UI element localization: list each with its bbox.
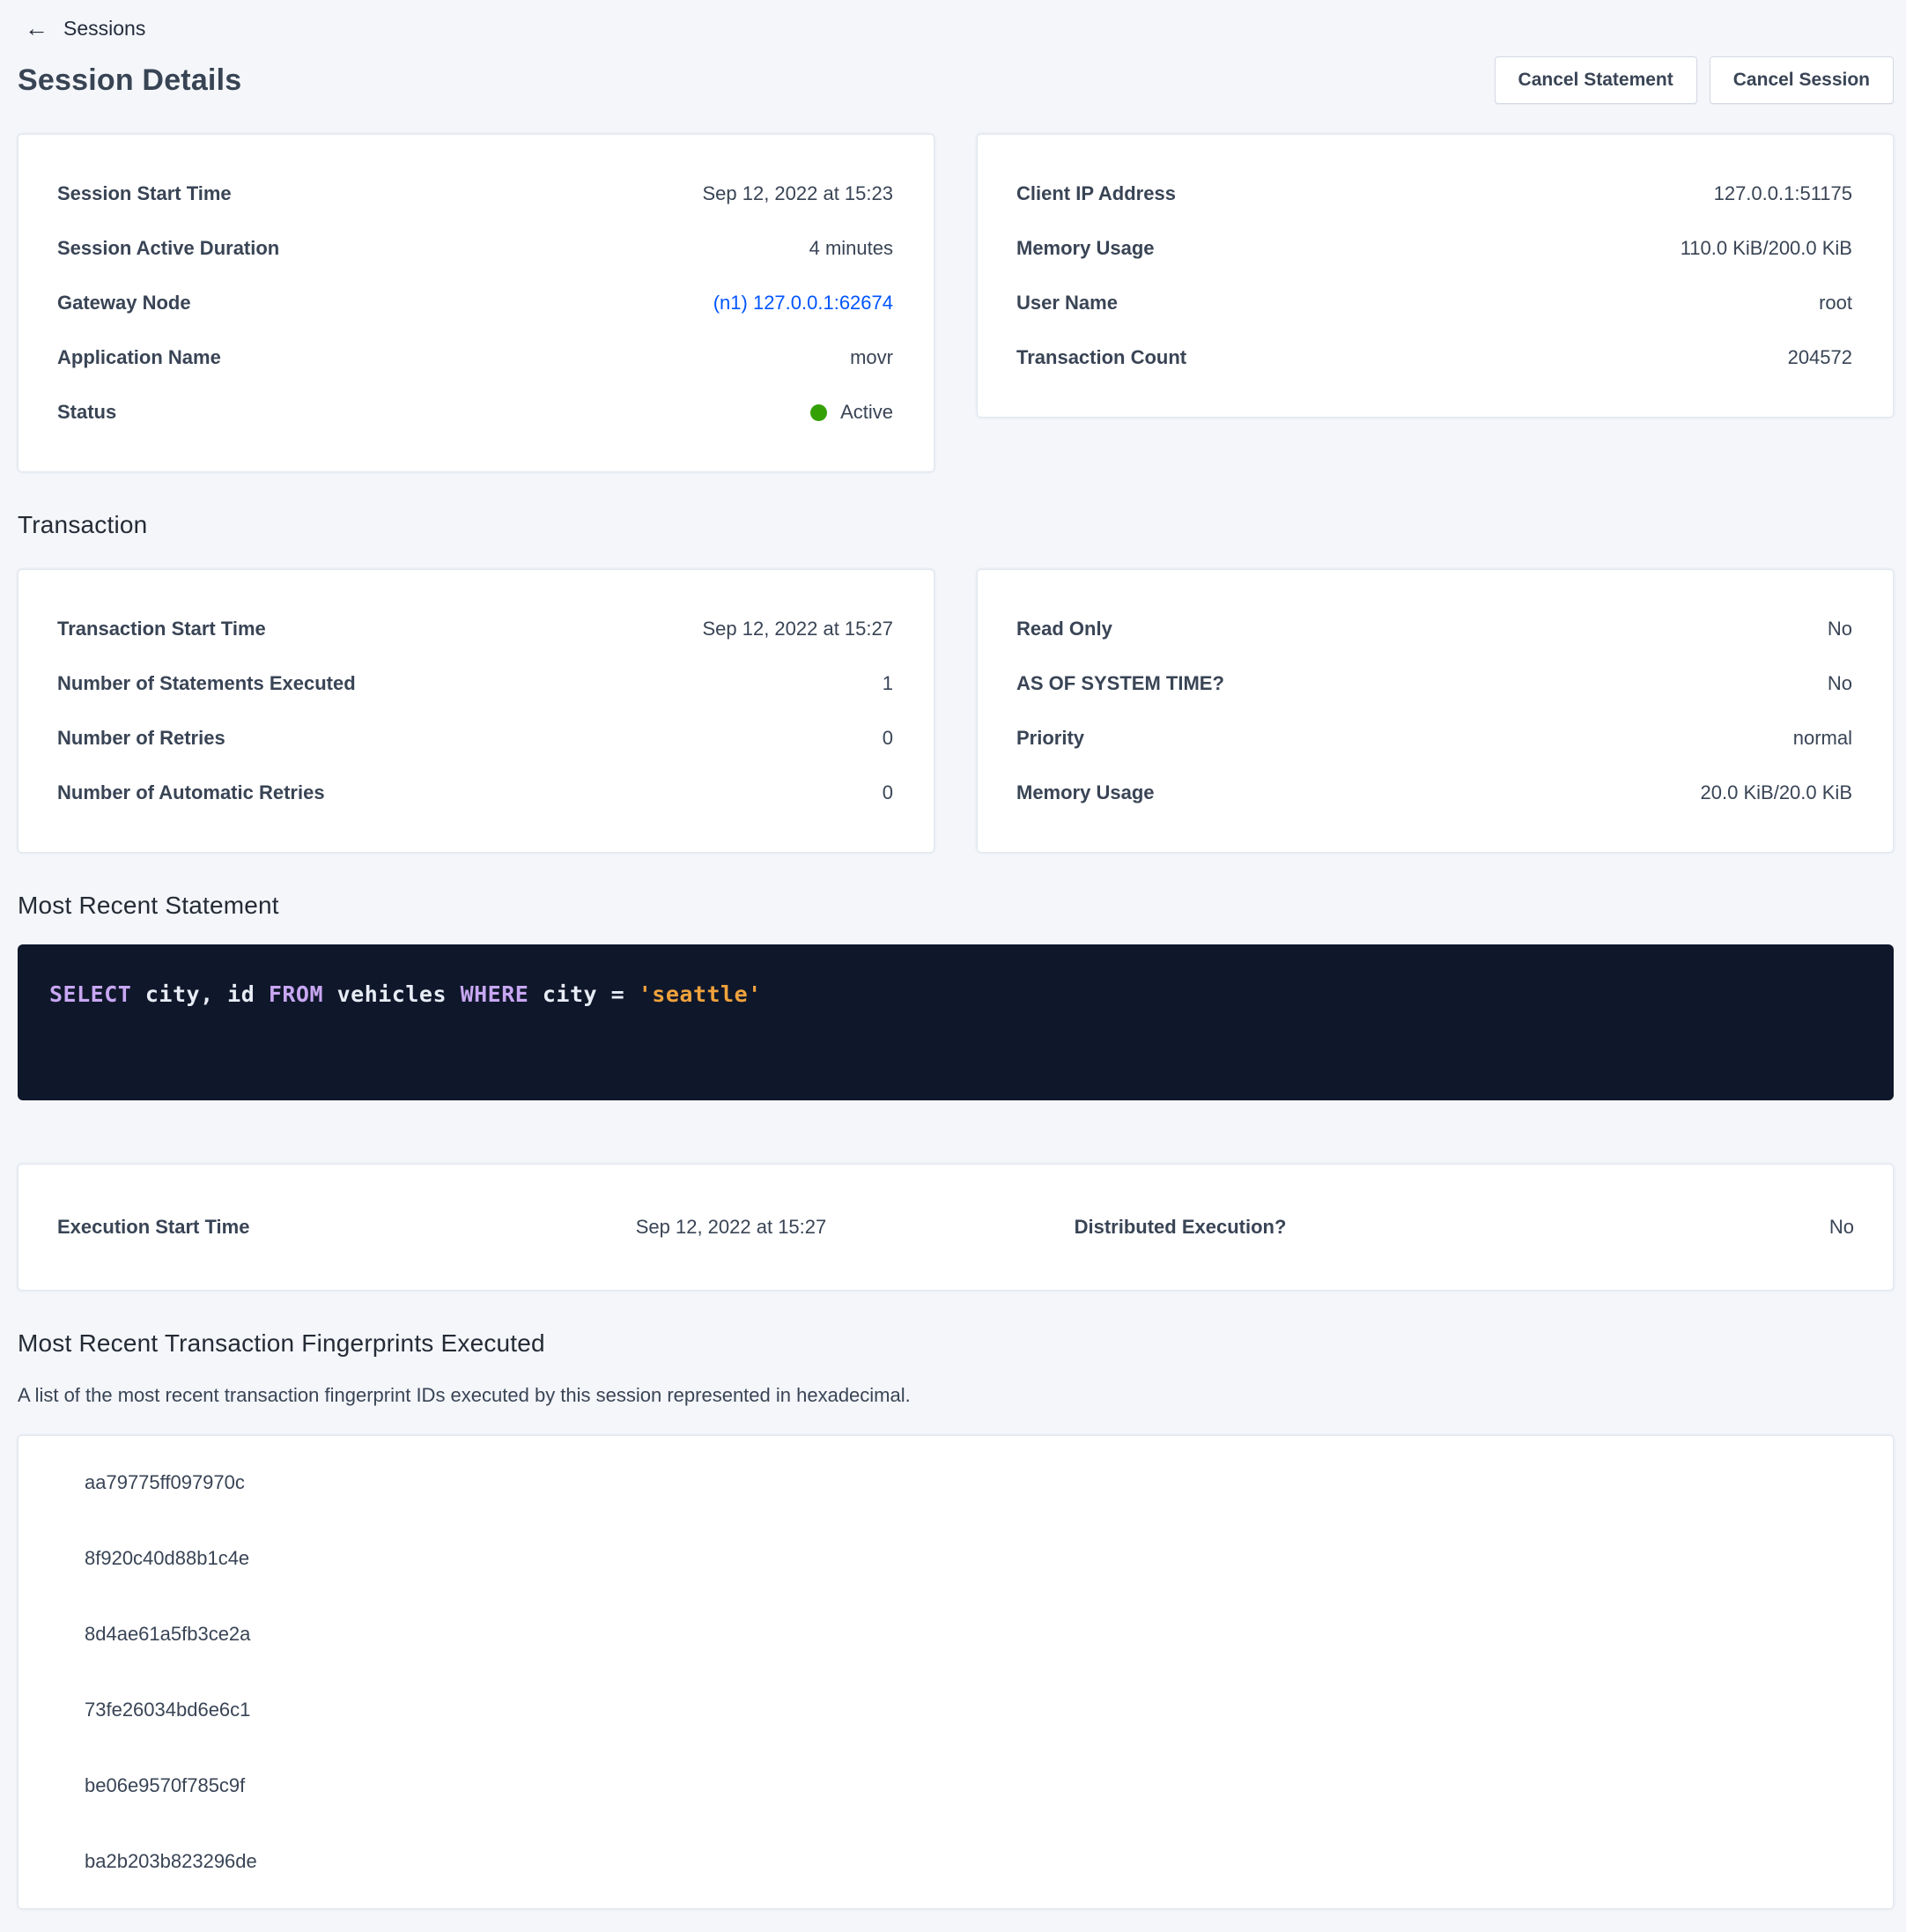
fingerprints-list: aa79775ff097970c8f920c40d88b1c4e8d4ae61a… (18, 1445, 1893, 1899)
field-label: Priority (1016, 725, 1111, 751)
sql-statement: SELECT city, id FROM vehicles WHERE city… (49, 980, 1862, 1010)
back-link-label: Sessions (63, 17, 145, 41)
field-label: Gateway Node (57, 290, 218, 316)
fingerprint-item: 8d4ae61a5fb3ce2a (18, 1596, 1893, 1672)
statement-section-heading: Most Recent Statement (18, 892, 1894, 920)
fingerprint-item: ba2b203b823296de (18, 1824, 1893, 1899)
field-value: No (1828, 616, 1852, 642)
transaction-row: Number of Automatic Retries 0 (57, 766, 893, 820)
field-value: 0 (883, 780, 893, 806)
field-label: Number of Statements Executed (57, 670, 382, 697)
transaction-row: AS OF SYSTEM TIME? No (1016, 656, 1852, 711)
field-value: 1 (883, 670, 893, 697)
session-summary-row: User Name root (1016, 276, 1852, 330)
field-value: 127.0.0.1:51175 (1714, 181, 1852, 207)
sql-token-plain: city = (528, 981, 638, 1007)
fingerprint-item: 8f920c40d88b1c4e (18, 1521, 1893, 1596)
field-value: 4 minutes (809, 235, 893, 262)
session-summary-row: Status Active (57, 385, 893, 440)
page-title: Session Details (18, 63, 241, 98)
gateway-node-link[interactable]: (n1) 127.0.0.1:62674 (713, 292, 893, 314)
session-summary-row: Gateway Node (n1) 127.0.0.1:62674 (57, 276, 893, 330)
field-label: Memory Usage (1016, 780, 1181, 806)
field-value: Active (810, 399, 893, 426)
transaction-right-card: Read Only No AS OF SYSTEM TIME? No Priority n… (977, 569, 1894, 853)
execution-start-time-value: Sep 12, 2022 at 15:27 (506, 1214, 956, 1240)
session-summary-row: Application Name movr (57, 330, 893, 385)
fingerprint-item: aa79775ff097970c (18, 1445, 1893, 1521)
session-summary-row: Client IP Address 127.0.0.1:51175 (1016, 167, 1852, 221)
field-label: Status (57, 399, 143, 426)
transaction-row: Transaction Start Time Sep 12, 2022 at 15… (57, 602, 893, 656)
field-label: User Name (1016, 290, 1144, 316)
session-summary-left-card: Session Start TimeSep 12, 2022 at 15:23S… (18, 134, 935, 472)
fingerprints-card: aa79775ff097970c8f920c40d88b1c4e8d4ae61a… (18, 1435, 1894, 1909)
field-label: Session Start Time (57, 181, 258, 207)
field-label: Read Only (1016, 616, 1139, 642)
field-value: movr (850, 344, 893, 371)
status-active-dot (810, 404, 827, 421)
field-label: Number of Automatic Retries (57, 780, 351, 806)
session-details-page: ← Sessions Session Details Cancel Statem… (0, 0, 1906, 1932)
transaction-left-card: Transaction Start Time Sep 12, 2022 at 15… (18, 569, 935, 853)
sql-code-block: SELECT city, id FROM vehicles WHERE city… (18, 944, 1894, 1100)
fingerprint-item: be06e9570f785c9f (18, 1748, 1893, 1824)
field-label: Transaction Count (1016, 344, 1213, 371)
sql-token-keyword: WHERE (461, 981, 529, 1007)
field-label: Application Name (57, 344, 247, 371)
field-value: 0 (883, 725, 893, 751)
field-value: 204572 (1788, 344, 1852, 371)
session-summary-row: Transaction Count 204572 (1016, 330, 1852, 385)
transaction-row: Number of Statements Executed 1 (57, 656, 893, 711)
field-value: root (1819, 290, 1852, 316)
field-value: No (1828, 670, 1852, 697)
field-label: Session Active Duration (57, 235, 306, 262)
session-summary-right-card: Client IP Address 127.0.0.1:51175 Memory U… (977, 134, 1894, 418)
field-value: Sep 12, 2022 at 15:23 (702, 181, 893, 207)
sql-token-plain: vehicles (323, 981, 461, 1007)
field-value: normal (1793, 725, 1852, 751)
page-header: Session Details Cancel Statement Cancel … (18, 56, 1894, 104)
distributed-execution-label: Distributed Execution? (956, 1214, 1405, 1240)
arrow-left-icon: ← (25, 17, 48, 41)
field-value: 110.0 KiB/200.0 KiB (1681, 235, 1852, 262)
field-value: 20.0 KiB/20.0 KiB (1701, 780, 1852, 806)
field-value: Sep 12, 2022 at 15:27 (702, 616, 893, 642)
fingerprint-item: 73fe26034bd6e6c1 (18, 1672, 1893, 1748)
field-label: Transaction Start Time (57, 616, 292, 642)
sql-token-plain: city, id (131, 981, 269, 1007)
field-label: Memory Usage (1016, 235, 1181, 262)
cancel-statement-button[interactable]: Cancel Statement (1495, 56, 1697, 104)
status-text: Active (840, 399, 893, 426)
fingerprints-description: A list of the most recent transaction fi… (18, 1382, 1894, 1409)
sql-token-keyword: FROM (269, 981, 323, 1007)
header-actions: Cancel Statement Cancel Session (1495, 56, 1894, 104)
field-label: Client IP Address (1016, 181, 1202, 207)
session-summary-row: Session Start TimeSep 12, 2022 at 15:23S… (18, 134, 1894, 472)
distributed-execution-value: No (1405, 1214, 1854, 1240)
field-value: (n1) 127.0.0.1:62674 (713, 290, 893, 316)
transaction-cards-row: Transaction Start Time Sep 12, 2022 at 15… (18, 569, 1894, 853)
transaction-section-heading: Transaction (18, 511, 1894, 539)
execution-card: Execution Start Time Sep 12, 2022 at 15:… (18, 1164, 1894, 1291)
session-summary-row: Session Start Time Sep 12, 2022 at 15:23 (57, 167, 893, 221)
back-to-sessions-link[interactable]: ← Sessions (25, 17, 145, 41)
field-label: Number of Retries (57, 725, 252, 751)
sql-token-string: 'seattle' (639, 981, 762, 1007)
transaction-row: Read Only No (1016, 602, 1852, 656)
transaction-row: Memory Usage 20.0 KiB/20.0 KiB (1016, 766, 1852, 820)
transaction-row: Number of Retries 0 (57, 711, 893, 766)
session-summary-row: Memory Usage 110.0 KiB/200.0 KiB (1016, 221, 1852, 276)
field-label: AS OF SYSTEM TIME? (1016, 670, 1251, 697)
transaction-row: Priority normal (1016, 711, 1852, 766)
cancel-session-button[interactable]: Cancel Session (1710, 56, 1894, 104)
fingerprints-section-heading: Most Recent Transaction Fingerprints Exe… (18, 1329, 1894, 1358)
sql-token-keyword: SELECT (49, 981, 131, 1007)
execution-start-time-label: Execution Start Time (57, 1214, 506, 1240)
session-summary-row: Session Active Duration 4 minutes (57, 221, 893, 276)
topbar: ← Sessions (18, 12, 1894, 44)
